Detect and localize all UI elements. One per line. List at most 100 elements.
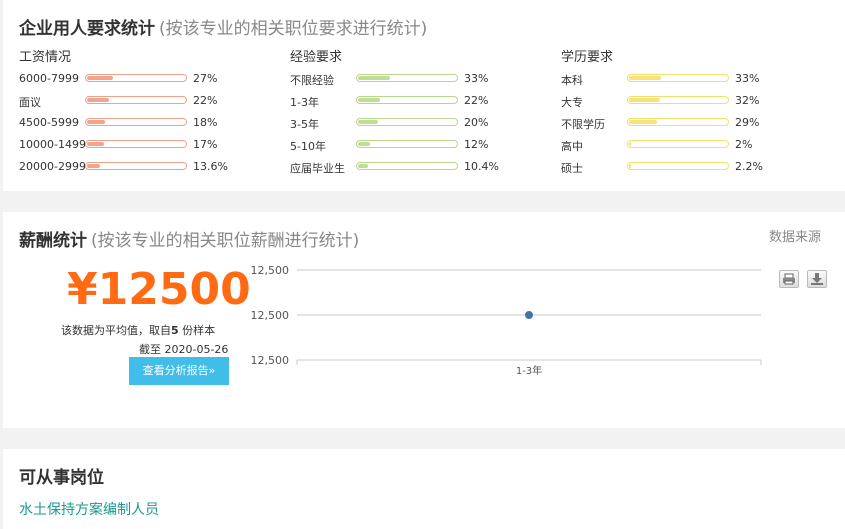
stat-progress-bar bbox=[356, 162, 458, 170]
jobs-title: 可从事岗位 bbox=[19, 468, 104, 488]
salary-chart: 12,500 12,500 12,500 1-3年 bbox=[251, 264, 762, 377]
stat-progress-fill bbox=[358, 98, 380, 102]
requirements-column-1: 工资情况 6000-7999 27% 面议 22% 4500-5999 18% 10000-1… bbox=[19, 48, 279, 178]
requirements-column-3: 学历要求 本科 33% 大专 32% 不限学历 29% 高中 2% 硕士 2.2% bbox=[561, 48, 821, 178]
stat-progress-fill bbox=[358, 142, 370, 146]
sample-count: 5 bbox=[171, 324, 179, 337]
stat-progress-fill bbox=[629, 98, 661, 102]
stat-percent: 22% bbox=[193, 94, 218, 107]
stat-progress-fill bbox=[87, 120, 105, 124]
stat-percent: 10.4% bbox=[464, 160, 499, 173]
chart-x-axis: 1-3年 bbox=[296, 360, 762, 377]
stat-progress-bar bbox=[627, 96, 729, 104]
chart-y-tick-label: 12,500 bbox=[251, 354, 290, 367]
stat-progress-fill bbox=[358, 164, 369, 168]
stat-row: 5-10年 12% bbox=[290, 134, 550, 156]
column-title: 经验要求 bbox=[290, 50, 343, 65]
stat-progress-bar bbox=[85, 162, 187, 170]
stat-percent: 17% bbox=[193, 138, 218, 151]
download-icon-glyph bbox=[811, 273, 823, 285]
stat-progress-fill bbox=[629, 120, 658, 124]
stat-row: 不限经验 33% bbox=[290, 68, 550, 90]
chart-y-ticks: 12,500 12,500 12,500 bbox=[251, 264, 290, 367]
chart-data-point[interactable] bbox=[525, 311, 533, 319]
stat-row: 10000-1499 17% bbox=[19, 134, 279, 156]
stat-progress-bar bbox=[356, 118, 458, 126]
chart-x-tick-label: 1-3年 bbox=[516, 364, 542, 377]
stat-progress-fill bbox=[358, 76, 391, 80]
stat-percent: 32% bbox=[735, 94, 760, 107]
jobs-card: 可从事岗位 水土保持方案编制人员 bbox=[3, 449, 845, 529]
download-icon[interactable] bbox=[807, 270, 827, 288]
stat-progress-fill bbox=[87, 98, 109, 102]
stat-row: 面议 22% bbox=[19, 90, 279, 112]
stat-row: 3-5年 20% bbox=[290, 112, 550, 134]
stat-progress-bar bbox=[85, 74, 187, 82]
stat-progress-bar bbox=[85, 140, 187, 148]
stat-label: 6000-7999 bbox=[19, 72, 79, 85]
requirements-subtitle: (按该专业的相关职位要求进行统计) bbox=[159, 19, 428, 39]
stat-label: 硕士 bbox=[561, 162, 583, 175]
stat-percent: 33% bbox=[735, 72, 760, 85]
date-note: 截至 2020-05-26 bbox=[139, 343, 229, 356]
stat-progress-fill bbox=[87, 76, 114, 80]
stat-progress-fill bbox=[629, 142, 631, 146]
stat-row: 4500-5999 18% bbox=[19, 112, 279, 134]
stat-percent: 20% bbox=[464, 116, 489, 129]
view-report-button[interactable]: 查看分析报告» bbox=[129, 357, 229, 385]
stat-row: 硕士 2.2% bbox=[561, 156, 821, 178]
stat-row: 大专 32% bbox=[561, 90, 821, 112]
stat-progress-bar bbox=[356, 74, 458, 82]
stat-row: 高中 2% bbox=[561, 134, 821, 156]
stat-label: 本科 bbox=[561, 74, 583, 87]
stat-progress-fill bbox=[87, 164, 101, 168]
stat-progress-fill bbox=[87, 142, 104, 146]
salary-subtitle: (按该专业的相关职位薪酬进行统计) bbox=[91, 231, 360, 251]
stat-label: 10000-1499 bbox=[19, 138, 85, 151]
chart-y-tick-label: 12,500 bbox=[251, 264, 290, 277]
stat-progress-fill bbox=[629, 76, 662, 80]
column-title: 工资情况 bbox=[19, 50, 72, 65]
average-note: 该数据为平均值，取自5 份样本 bbox=[61, 322, 215, 338]
stat-progress-fill bbox=[358, 120, 378, 124]
stat-progress-bar bbox=[356, 140, 458, 148]
salary-title: 薪酬统计 bbox=[19, 231, 87, 251]
data-source-link[interactable]: 数据来源 bbox=[769, 226, 821, 245]
salary-heading: 薪酬统计 (按该专业的相关职位薪酬进行统计) bbox=[19, 226, 359, 251]
stat-progress-bar bbox=[627, 162, 729, 170]
average-salary: ¥12500 bbox=[67, 264, 251, 315]
stat-percent: 33% bbox=[464, 72, 489, 85]
chart-y-tick-label: 12,500 bbox=[251, 309, 290, 322]
stat-label: 不限经验 bbox=[290, 74, 334, 87]
requirements-title: 企业用人要求统计 bbox=[19, 19, 155, 39]
stat-label: 大专 bbox=[561, 96, 583, 109]
average-note-prefix: 该数据为平均值，取自 bbox=[61, 324, 171, 337]
stat-row: 1-3年 22% bbox=[290, 90, 550, 112]
stat-progress-bar bbox=[627, 118, 729, 126]
print-icon-glyph bbox=[783, 273, 795, 285]
stat-percent: 2.2% bbox=[735, 160, 763, 173]
stat-progress-bar bbox=[627, 74, 729, 82]
stat-progress-bar bbox=[85, 96, 187, 104]
stat-label: 不限学历 bbox=[561, 118, 605, 131]
stat-row: 不限学历 29% bbox=[561, 112, 821, 134]
requirements-heading: 企业用人要求统计 (按该专业的相关职位要求进行统计) bbox=[19, 14, 427, 39]
stat-label: 应届毕业生 bbox=[290, 162, 345, 175]
stat-percent: 27% bbox=[193, 72, 218, 85]
stat-row: 6000-7999 27% bbox=[19, 68, 279, 90]
average-note-suffix: 份样本 bbox=[182, 324, 216, 337]
stat-row: 应届毕业生 10.4% bbox=[290, 156, 550, 178]
stat-progress-bar bbox=[356, 96, 458, 104]
print-icon[interactable] bbox=[779, 270, 799, 288]
stat-row: 本科 33% bbox=[561, 68, 821, 90]
stat-progress-fill bbox=[629, 164, 632, 168]
stat-label: 3-5年 bbox=[290, 118, 319, 131]
stat-percent: 18% bbox=[193, 116, 218, 129]
stat-label: 1-3年 bbox=[290, 96, 319, 109]
stat-progress-bar bbox=[85, 118, 187, 126]
stat-label: 5-10年 bbox=[290, 140, 326, 153]
stat-row: 20000-2999 13.6% bbox=[19, 156, 279, 178]
stat-label: 20000-2999 bbox=[19, 160, 85, 173]
stat-progress-bar bbox=[627, 140, 729, 148]
job-link[interactable]: 水土保持方案编制人员 bbox=[19, 499, 159, 519]
